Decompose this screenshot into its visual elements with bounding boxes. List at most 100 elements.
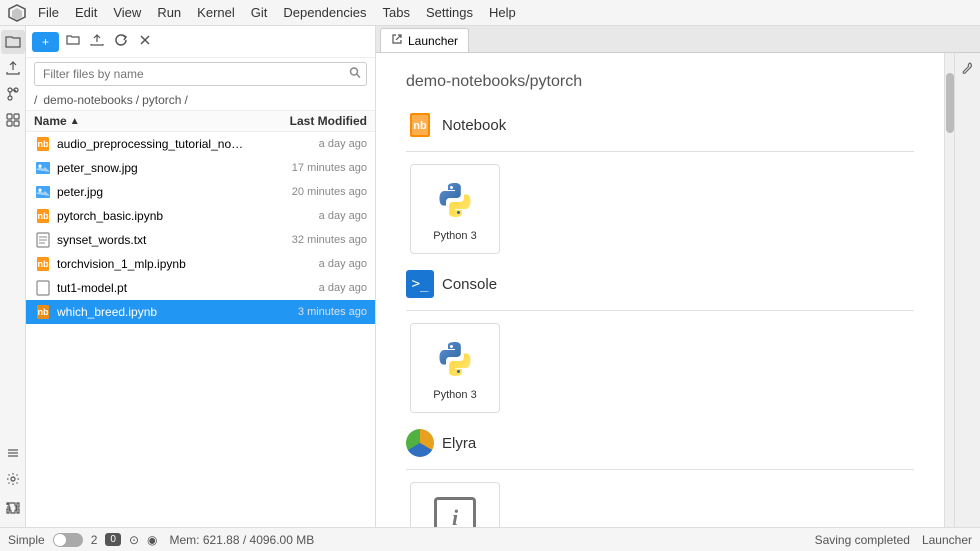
menu-kernel[interactable]: Kernel (189, 3, 243, 22)
circle-icon[interactable]: ⊙ (129, 533, 139, 547)
documentation-card[interactable]: i Documentation (410, 482, 500, 527)
menu-file[interactable]: File (30, 3, 67, 22)
console-section-title: Console (442, 276, 497, 293)
mode-toggle[interactable] (53, 533, 83, 547)
new-button[interactable]: + (32, 32, 59, 52)
open-folder-button[interactable] (63, 30, 83, 53)
notebook-icon: nb (34, 303, 52, 321)
console-section-icon: >_ (406, 270, 434, 298)
text-icon (34, 231, 52, 249)
breadcrumb-root[interactable]: / (34, 93, 37, 107)
notebook-icon: nb (34, 135, 52, 153)
breadcrumb-demo-notebooks[interactable]: demo-notebooks (43, 93, 132, 107)
sidebar-item-settings[interactable] (1, 467, 25, 491)
elyra-section-header: Elyra (406, 429, 914, 457)
notebook-section-title: Notebook (442, 117, 506, 134)
file-modified: 3 minutes ago (247, 306, 367, 318)
file-modified: a day ago (247, 138, 367, 150)
file-item[interactable]: tut1-model.pt a day ago (26, 276, 375, 300)
memory-status: Mem: 621.88 / 4096.00 MB (169, 533, 314, 547)
launcher-tab-label: Launcher (408, 34, 458, 48)
breadcrumb-sep3: / (184, 93, 187, 107)
elyra-divider (406, 469, 914, 470)
file-item[interactable]: nb torchvision_1_mlp.ipynb a day ago (26, 252, 375, 276)
menu-dependencies[interactable]: Dependencies (275, 3, 374, 22)
clear-filter-button[interactable] (135, 30, 155, 53)
launcher-path: demo-notebooks/pytorch (406, 73, 914, 91)
notebook-cards: Python 3 (406, 164, 914, 254)
sort-modified-button[interactable]: Last Modified (247, 114, 367, 128)
info-doc-icon: i (434, 497, 476, 527)
upload-button[interactable] (87, 30, 107, 53)
elyra-section-icon (406, 429, 434, 457)
menu-tabs[interactable]: Tabs (375, 3, 418, 22)
python3-label: Python 3 (433, 230, 476, 242)
file-modified: 20 minutes ago (247, 186, 367, 198)
wrench-icon[interactable] (957, 57, 979, 79)
file-item[interactable]: synset_words.txt 32 minutes ago (26, 228, 375, 252)
file-item-selected[interactable]: nb which_breed.ipynb 3 minutes ago (26, 300, 375, 324)
toggle-thumb (54, 534, 66, 546)
elyra-cards: i Documentation (406, 482, 914, 527)
sidebar-item-puzzle[interactable] (1, 497, 25, 521)
python-icon (431, 176, 479, 224)
menu-help[interactable]: Help (481, 3, 524, 22)
file-list: nb audio_preprocessing_tutorial_no_cuda.… (26, 132, 375, 527)
file-icon (34, 279, 52, 297)
status-right: Saving completed Launcher (815, 533, 972, 547)
menu-edit[interactable]: Edit (67, 3, 105, 22)
file-item[interactable]: peter_snow.jpg 17 minutes ago (26, 156, 375, 180)
sidebar-item-upload[interactable] (1, 56, 25, 80)
file-name: audio_preprocessing_tutorial_no_cuda.i..… (57, 137, 247, 151)
menubar: File Edit View Run Kernel Git Dependenci… (0, 0, 980, 26)
notebook-section-header: nb Notebook (406, 111, 914, 139)
sort-name-button[interactable]: Name ▲ (34, 114, 247, 128)
tab-bar: Launcher (376, 26, 980, 53)
circle2-icon[interactable]: ◉ (147, 533, 157, 547)
file-name: peter_snow.jpg (57, 161, 247, 175)
launcher-tab[interactable]: Launcher (380, 28, 469, 52)
sidebar-item-list[interactable] (1, 441, 25, 465)
toggle-track[interactable] (53, 533, 83, 547)
external-link-icon (391, 33, 403, 48)
sidebar-item-extensions[interactable] (1, 108, 25, 132)
menu-view[interactable]: View (105, 3, 149, 22)
documentation-icon: i (431, 494, 479, 527)
file-modified: a day ago (247, 210, 367, 222)
file-item[interactable]: nb pytorch_basic.ipynb a day ago (26, 204, 375, 228)
python3-console-label: Python 3 (433, 389, 476, 401)
elyra-icon (406, 429, 434, 457)
file-item[interactable]: nb audio_preprocessing_tutorial_no_cuda.… (26, 132, 375, 156)
right-panel: Launcher demo-notebooks/pytorch nb Noteb… (376, 26, 980, 527)
sidebar-item-filebrowser[interactable] (1, 30, 25, 54)
refresh-button[interactable] (111, 30, 131, 53)
main-layout: + / demo-notebooks (0, 26, 980, 527)
console-cards: Python 3 (406, 323, 914, 413)
menu-git[interactable]: Git (243, 3, 276, 22)
file-item[interactable]: peter.jpg 20 minutes ago (26, 180, 375, 204)
file-list-header: Name ▲ Last Modified (26, 111, 375, 132)
breadcrumb-sep2: / (136, 93, 139, 107)
breadcrumb-pytorch[interactable]: pytorch (142, 93, 181, 107)
file-name: which_breed.ipynb (57, 305, 247, 319)
search-input[interactable] (34, 62, 367, 86)
file-name: tut1-model.pt (57, 281, 247, 295)
file-browser: + / demo-notebooks (26, 26, 376, 527)
saving-status: Saving completed (815, 533, 910, 547)
scrollbar-thumb[interactable] (946, 73, 954, 133)
launcher-content: demo-notebooks/pytorch nb Notebook (376, 53, 944, 527)
python3-notebook-card[interactable]: Python 3 (410, 164, 500, 254)
notebook-divider (406, 151, 914, 152)
launcher-scrollbar[interactable] (944, 53, 954, 527)
image-icon (34, 183, 52, 201)
svg-text:nb: nb (38, 307, 49, 317)
menu-settings[interactable]: Settings (418, 3, 481, 22)
plus-icon: + (42, 35, 49, 49)
python3-console-card[interactable]: Python 3 (410, 323, 500, 413)
sidebar-item-git[interactable] (1, 82, 25, 106)
right-icon-bar (954, 53, 980, 527)
menu-run[interactable]: Run (149, 3, 189, 22)
svg-text:nb: nb (413, 120, 427, 132)
status-left: Simple 2 0 ⊙ ◉ (8, 533, 157, 547)
python-console-icon (431, 335, 479, 383)
